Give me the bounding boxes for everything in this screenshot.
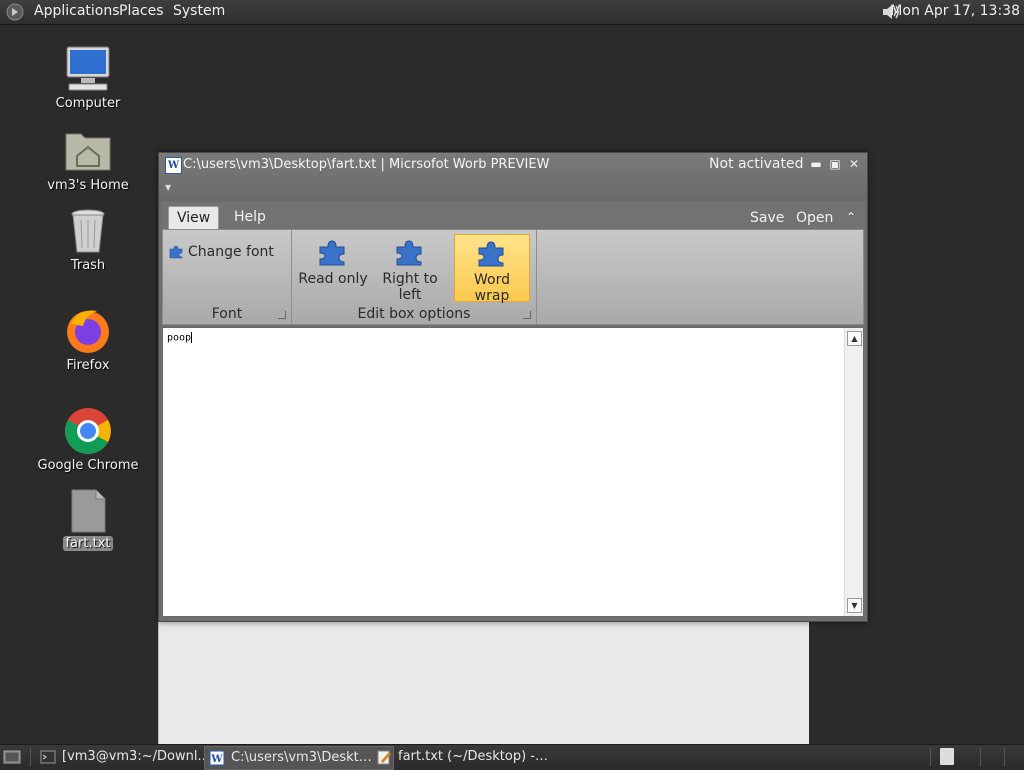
ribbon-tabs: View Help Save Open ⌃: [162, 202, 864, 229]
scroll-down-icon[interactable]: ▼: [847, 598, 862, 613]
font-dialog-launcher-icon[interactable]: [278, 311, 286, 319]
worb-app-icon: W: [209, 750, 225, 766]
text-editor-icon: [377, 750, 391, 765]
background-window[interactable]: [158, 620, 809, 744]
edit-box-dialog-launcher-icon[interactable]: [523, 311, 531, 319]
quick-access-dropdown-icon[interactable]: ▼: [165, 183, 173, 192]
edit-box-options-title: Edit box options: [357, 306, 471, 322]
desktop-icon-label: Firefox: [66, 358, 110, 373]
system-menu[interactable]: System: [173, 3, 225, 19]
taskbar-item-worb[interactable]: W C:\users\vm3\Deskt…: [204, 746, 394, 770]
desktop-icon-trash[interactable]: Trash: [33, 206, 143, 273]
close-button[interactable]: ✕: [847, 157, 861, 171]
vertical-scrollbar[interactable]: ▲ ▼: [844, 328, 863, 616]
svg-text:W: W: [210, 754, 223, 765]
desktop-icon-computer[interactable]: Computer: [33, 44, 143, 111]
top-panel: Applications Places System Mon Apr 17, 1…: [0, 0, 1024, 25]
panel-separator: [980, 748, 981, 766]
computer-icon: [66, 46, 110, 91]
desktop-icon-firefox[interactable]: Firefox: [33, 306, 143, 373]
desktop-icon-chrome[interactable]: Google Chrome: [33, 406, 143, 473]
puzzle-icon: [319, 240, 345, 266]
edit-box-options-group: Read only Right to left Word wrap Edit b…: [292, 230, 537, 324]
worb-app-icon: W: [165, 157, 182, 174]
tab-view[interactable]: View: [168, 206, 220, 229]
desktop-icon-home[interactable]: vm3's Home: [33, 126, 143, 193]
read-only-button[interactable]: Read only: [296, 234, 370, 300]
desktop-icon-label: Computer: [55, 96, 121, 111]
scroll-up-icon[interactable]: ▲: [847, 331, 862, 346]
desktop-icon-fart-txt[interactable]: fart.txt: [33, 488, 143, 551]
desktop-icon-label: Google Chrome: [37, 458, 139, 473]
change-font-button[interactable]: Change font: [168, 244, 274, 260]
window-titlebar[interactable]: W C:\users\vm3\Desktop\fart.txt | Micrso…: [159, 153, 867, 201]
show-desktop-icon[interactable]: [3, 749, 21, 764]
word-wrap-button[interactable]: Word wrap: [454, 234, 530, 304]
puzzle-icon: [396, 240, 422, 266]
text-editor[interactable]: poop ▲ ▼: [162, 327, 864, 617]
bottom-panel: [vm3@vm3:~/Downl… W C:\users\vm3\Deskt… …: [0, 744, 1024, 770]
desktop-icon-label: Trash: [70, 258, 106, 273]
applications-menu[interactable]: Applications: [34, 3, 120, 19]
text-file-icon: [71, 489, 106, 533]
clock[interactable]: Mon Apr 17, 13:38: [890, 3, 1020, 19]
taskbar-item-text-editor[interactable]: fart.txt (~/Desktop) -…: [372, 746, 568, 768]
panel-separator: [30, 748, 31, 766]
terminal-icon: [40, 750, 56, 764]
minimize-button[interactable]: ▬: [809, 157, 823, 171]
open-button[interactable]: Open: [796, 210, 833, 226]
maximize-button[interactable]: ▣: [828, 157, 842, 171]
desktop-icon-label: vm3's Home: [47, 178, 129, 193]
editor-content[interactable]: poop: [167, 332, 193, 344]
right-to-left-button[interactable]: Right to left: [370, 234, 450, 303]
ribbon-panel: Change font Font Read only Right to left: [162, 229, 864, 325]
panel-separator: [930, 748, 931, 766]
activation-status: Not activated: [709, 156, 804, 172]
trash-icon: [71, 209, 105, 253]
window-title: C:\users\vm3\Desktop\fart.txt | Micrsofo…: [183, 157, 550, 172]
right-to-left-label: Right to left: [382, 271, 438, 303]
chrome-icon: [65, 408, 111, 454]
worb-window: W C:\users\vm3\Desktop\fart.txt | Micrso…: [158, 152, 868, 622]
editor-text-value: poop: [167, 332, 192, 344]
font-group: Change font Font: [163, 230, 292, 324]
home-folder-icon: [65, 133, 111, 171]
puzzle-icon: [478, 241, 504, 267]
desktop-icon-label: fart.txt: [63, 536, 113, 551]
taskbar-item-label: fart.txt (~/Desktop) -…: [398, 749, 548, 764]
gnome-menu-icon[interactable]: [6, 3, 24, 21]
collapse-ribbon-icon[interactable]: ⌃: [846, 210, 856, 224]
places-menu[interactable]: Places: [119, 3, 164, 19]
read-only-label: Read only: [298, 271, 368, 287]
taskbar-item-terminal[interactable]: [vm3@vm3:~/Downl…: [36, 746, 224, 768]
taskbar-item-label: C:\users\vm3\Deskt…: [231, 750, 372, 765]
trash-applet-icon[interactable]: [940, 748, 954, 765]
puzzle-icon: [169, 245, 183, 259]
taskbar-item-label: [vm3@vm3:~/Downl…: [62, 749, 211, 764]
firefox-icon: [67, 310, 109, 353]
word-wrap-label: Word wrap: [474, 272, 510, 304]
tab-help[interactable]: Help: [226, 206, 274, 228]
text-caret: [191, 332, 193, 343]
save-button[interactable]: Save: [750, 210, 784, 226]
font-group-title: Font: [211, 306, 243, 322]
change-font-label: Change font: [188, 244, 274, 260]
panel-separator: [1004, 748, 1005, 766]
